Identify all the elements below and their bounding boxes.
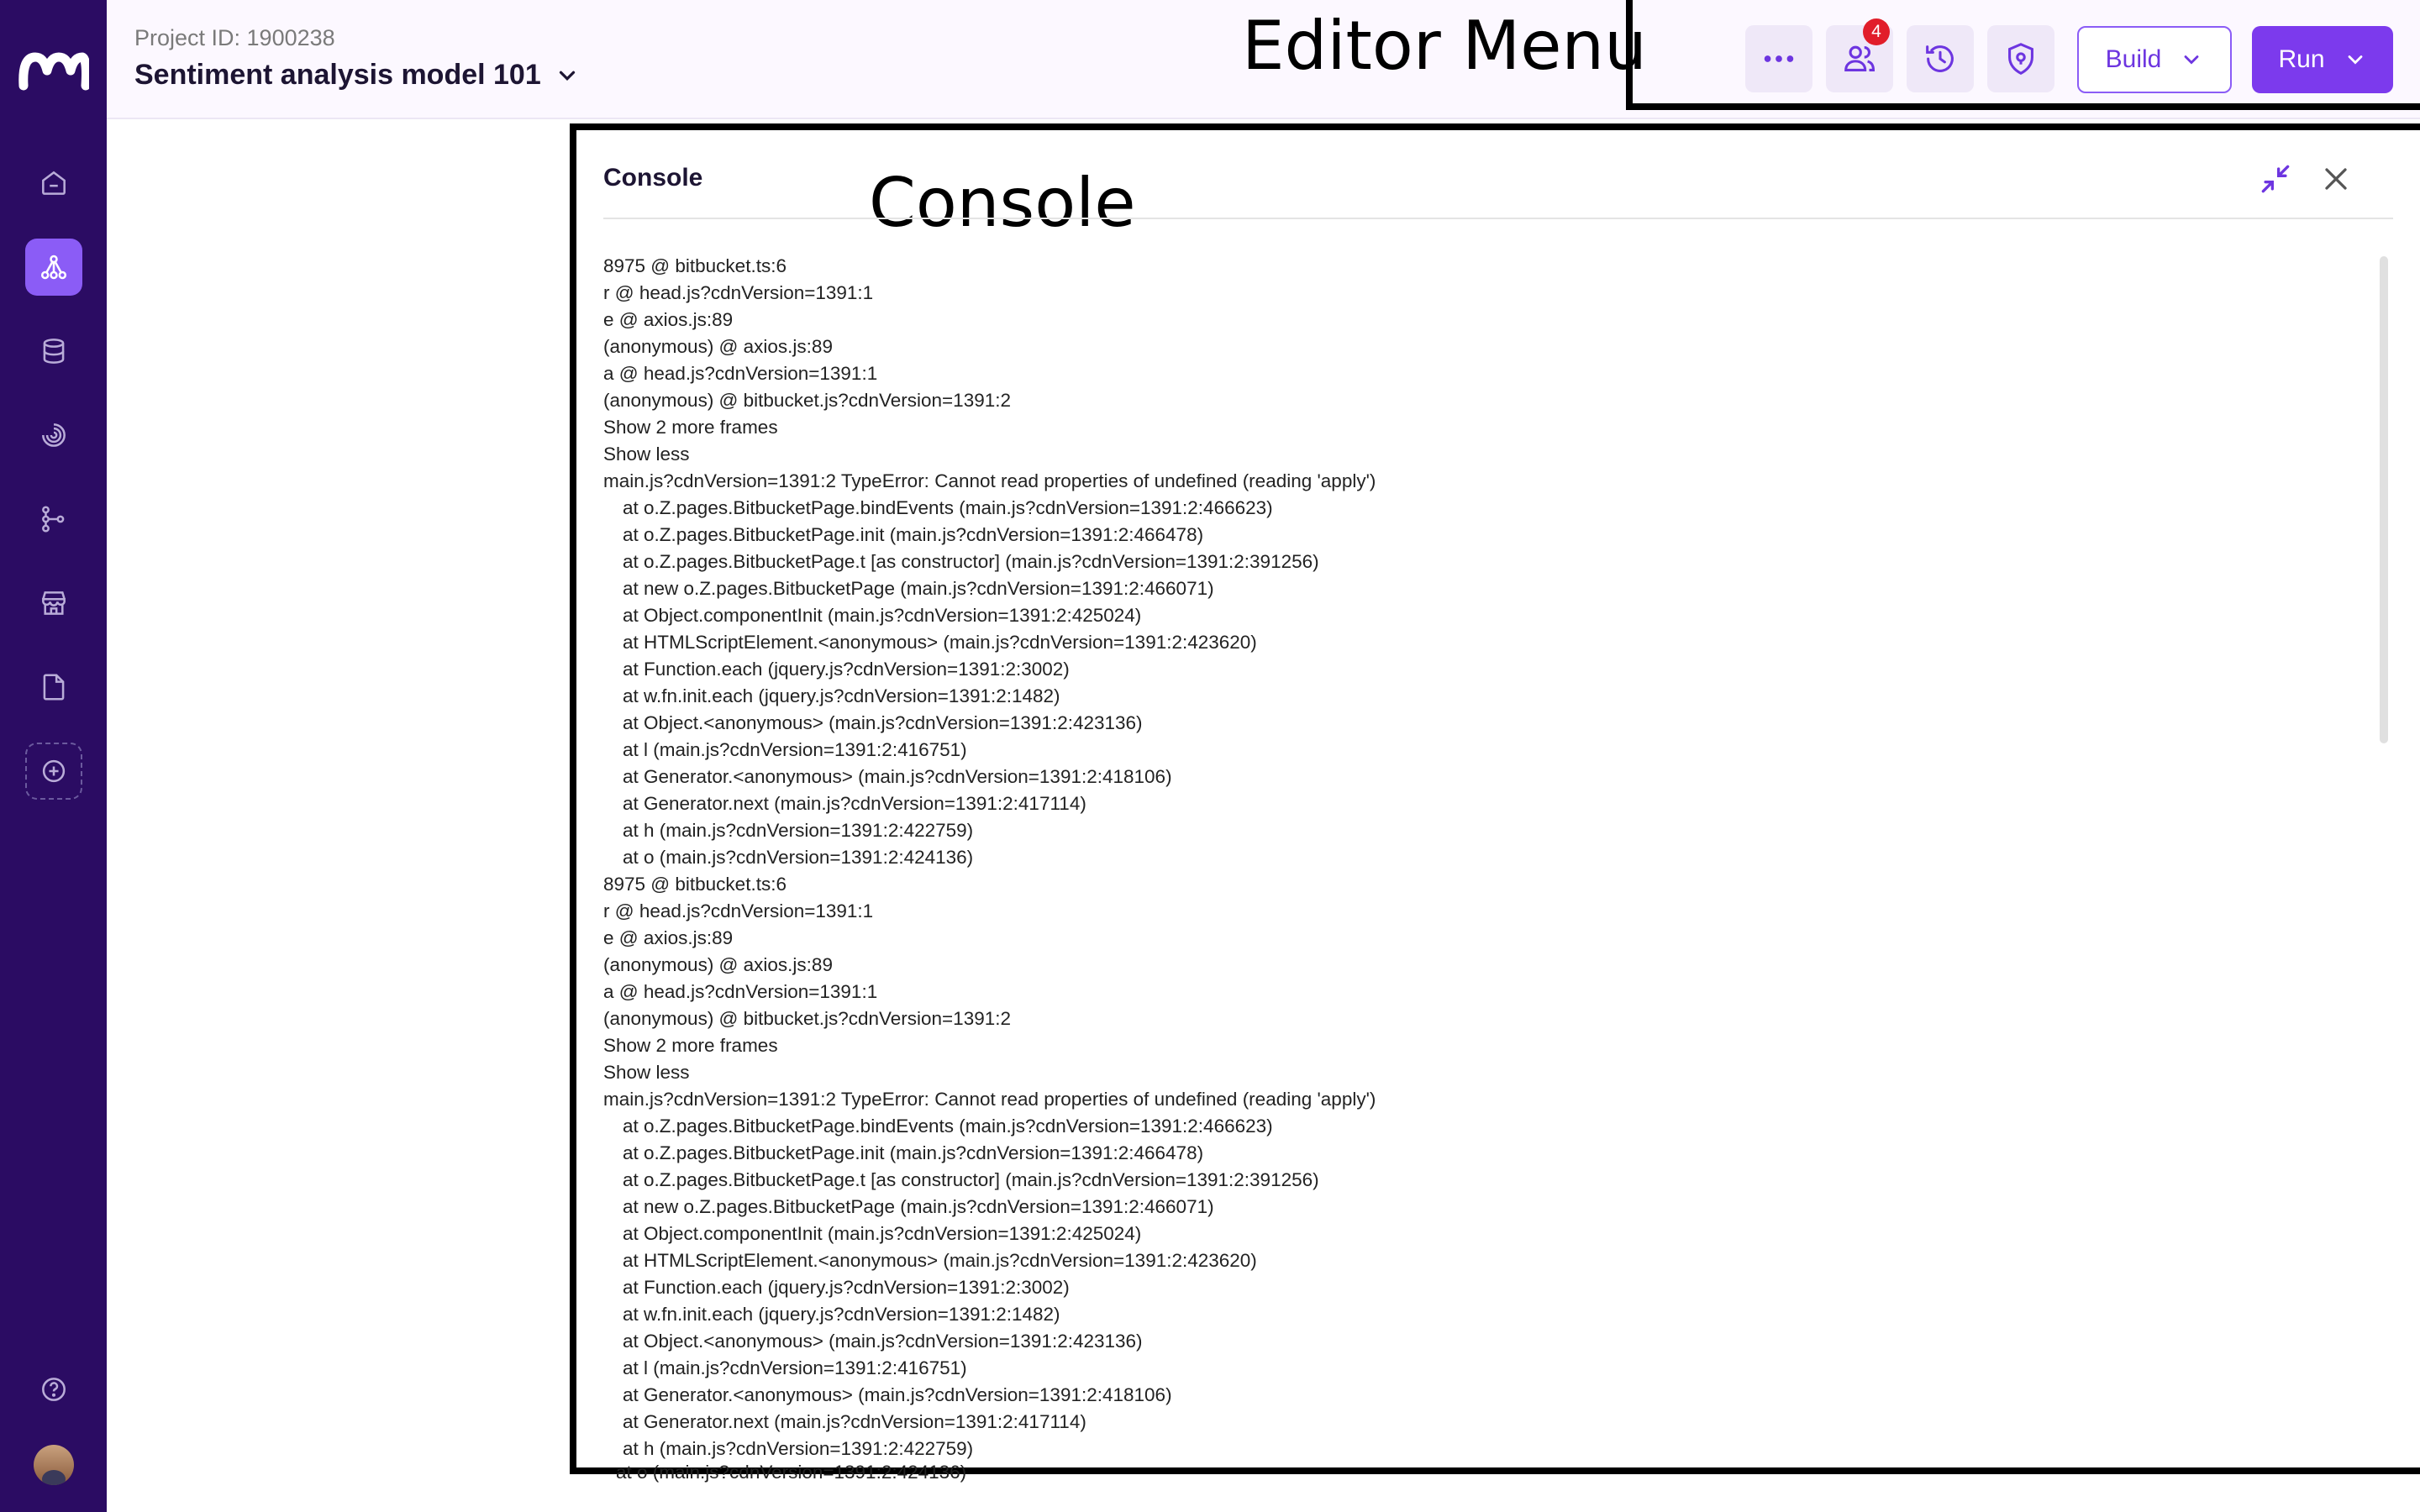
sidebar-item-monitoring[interactable]: [25, 407, 82, 464]
console-log-line: main.js?cdnVersion=1391:2 TypeError: Can…: [603, 470, 1376, 491]
console-log: 8975 @ bitbucket.ts:6 r @ head.js?cdnVers…: [603, 253, 2368, 1462]
more-options-button[interactable]: [1745, 25, 1812, 92]
console-log-line: at o.Z.pages.BitbucketPage.bindEvents (m…: [623, 497, 1273, 518]
sidebar-item-home[interactable]: [25, 155, 82, 212]
project-id: Project ID: 1900238: [134, 25, 335, 50]
run-button[interactable]: Run: [2252, 26, 2393, 93]
console-log-line: (anonymous) @ axios.js:89: [603, 954, 833, 975]
workflow-icon: [40, 255, 67, 280]
console-log-line: a @ head.js?cdnVersion=1391:1: [603, 981, 878, 1002]
database-icon: [43, 339, 65, 364]
console-divider: [603, 218, 2393, 219]
console-log-line: at HTMLScriptElement.<anonymous> (main.j…: [623, 632, 1257, 653]
app-root: Project ID: 1900238 Sentiment analysis m…: [0, 0, 2420, 1512]
console-panel: Console Console 8975 @ bitbucket.ts:6 r @…: [570, 123, 2420, 1474]
chevron-down-icon: [2348, 55, 2362, 65]
console-log-line: Show less: [603, 1062, 690, 1083]
avatar[interactable]: [34, 1445, 74, 1485]
console-log-line: at o (main.js?cdnVersion=1391:2:424136): [623, 847, 974, 868]
console-log-line: 8975 @ bitbucket.ts:6: [603, 255, 786, 276]
console-log-line: at new o.Z.pages.BitbucketPage (main.js?…: [623, 578, 1214, 599]
console-log-line: at Generator.next (main.js?cdnVersion=13…: [623, 1411, 1086, 1432]
console-log-line: at Generator.next (main.js?cdnVersion=13…: [623, 793, 1086, 814]
console-log-line: Show less: [603, 444, 690, 465]
console-log-line: Show 2 more frames: [603, 1035, 778, 1056]
security-button[interactable]: [1987, 25, 2054, 92]
chevron-down-icon: [559, 71, 575, 81]
console-log-line: at l (main.js?cdnVersion=1391:2:416751): [623, 739, 967, 760]
run-label: Run: [2278, 45, 2325, 73]
document-icon: [43, 674, 65, 701]
shield-icon: [2008, 43, 2033, 75]
console-scrollbar[interactable]: [2380, 256, 2388, 743]
project-selector[interactable]: Sentiment analysis model 101: [134, 59, 580, 92]
close-icon[interactable]: [2317, 160, 2354, 197]
console-log-line: at w.fn.init.each (jquery.js?cdnVersion=…: [623, 1304, 1060, 1325]
console-log-line: at HTMLScriptElement.<anonymous> (main.j…: [623, 1250, 1257, 1271]
project-name: Sentiment analysis model 101: [134, 59, 541, 91]
console-log-line: at Object.componentInit (main.js?cdnVers…: [623, 605, 1142, 626]
console-log-line: r @ head.js?cdnVersion=1391:1: [603, 900, 874, 921]
sidebar-add-button[interactable]: [25, 743, 82, 800]
chevron-down-icon: [2184, 55, 2199, 65]
console-annotation: Console: [869, 164, 1136, 242]
console-title: Console: [603, 164, 703, 192]
console-log-line: at Object.componentInit (main.js?cdnVers…: [623, 1223, 1142, 1244]
console-log-line: at l (main.js?cdnVersion=1391:2:416751): [623, 1357, 967, 1378]
console-log-line: at o.Z.pages.BitbucketPage.t [as constru…: [623, 1169, 1319, 1190]
editor-menu-annotation: Editor Menu: [1242, 7, 1647, 85]
console-log-line: at o.Z.pages.BitbucketPage.t [as constru…: [623, 551, 1319, 572]
sidebar-item-workflow[interactable]: [25, 239, 82, 296]
console-log-line: at w.fn.init.each (jquery.js?cdnVersion=…: [623, 685, 1060, 706]
sidebar-item-pipelines[interactable]: [25, 491, 82, 548]
console-log-line: (anonymous) @ bitbucket.js?cdnVersion=13…: [603, 1008, 1012, 1029]
console-log-line: at Object.<anonymous> (main.js?cdnVersio…: [623, 1331, 1143, 1352]
console-log-line: at Function.each (jquery.js?cdnVersion=1…: [623, 1277, 1070, 1298]
collapse-icon[interactable]: [2257, 160, 2294, 197]
console-log-line: at o.Z.pages.BitbucketPage.bindEvents (m…: [623, 1116, 1273, 1137]
console-log-line: Show 2 more frames: [603, 417, 778, 438]
notification-badge: 4: [1863, 18, 1890, 45]
console-log-line: e @ axios.js:89: [603, 309, 734, 330]
store-icon: [42, 591, 66, 615]
sidebar-item-database[interactable]: [25, 323, 82, 380]
console-log-line: e @ axios.js:89: [603, 927, 734, 948]
sidebar-item-documents[interactable]: [25, 659, 82, 716]
more-horizontal-icon: [1764, 55, 1794, 62]
console-log-line: at o.Z.pages.BitbucketPage.init (main.js…: [623, 524, 1204, 545]
history-icon: [1926, 45, 1954, 72]
console-log-line: 8975 @ bitbucket.ts:6: [603, 874, 786, 895]
console-log-line: a @ head.js?cdnVersion=1391:1: [603, 363, 878, 384]
console-log-line: at o.Z.pages.BitbucketPage.init (main.js…: [623, 1142, 1204, 1163]
spiral-icon: [42, 423, 66, 447]
sidebar: [0, 0, 107, 1512]
console-log-line: r @ head.js?cdnVersion=1391:1: [603, 282, 874, 303]
console-log-line: at new o.Z.pages.BitbucketPage (main.js?…: [623, 1196, 1214, 1217]
add-icon: [42, 759, 66, 783]
help-button[interactable]: [25, 1361, 82, 1418]
users-icon: [1844, 45, 1876, 71]
help-icon: [42, 1378, 66, 1401]
console-log-overflow-line: at o (main.js?cdnVersion=1391:2:424136): [616, 1462, 967, 1483]
console-log-line: at Generator.<anonymous> (main.js?cdnVer…: [623, 1384, 1172, 1405]
history-button[interactable]: [1907, 25, 1974, 92]
app-logo-icon[interactable]: [18, 49, 89, 91]
collaborators-button[interactable]: 4: [1826, 18, 1893, 92]
home-icon: [42, 171, 66, 195]
console-log-line: at Object.<anonymous> (main.js?cdnVersio…: [623, 712, 1143, 733]
console-log-line: at Generator.<anonymous> (main.js?cdnVer…: [623, 766, 1172, 787]
console-log-line: main.js?cdnVersion=1391:2 TypeError: Can…: [603, 1089, 1376, 1110]
console-log-line: at h (main.js?cdnVersion=1391:2:422759): [623, 1438, 974, 1459]
console-log-line: at h (main.js?cdnVersion=1391:2:422759): [623, 820, 974, 841]
console-log-line: at Function.each (jquery.js?cdnVersion=1…: [623, 659, 1070, 680]
pipeline-icon: [42, 506, 65, 533]
build-button[interactable]: Build: [2077, 26, 2232, 93]
console-log-line: (anonymous) @ bitbucket.js?cdnVersion=13…: [603, 390, 1012, 411]
sidebar-item-marketplace[interactable]: [25, 575, 82, 632]
build-label: Build: [2105, 45, 2162, 73]
console-log-line: (anonymous) @ axios.js:89: [603, 336, 833, 357]
